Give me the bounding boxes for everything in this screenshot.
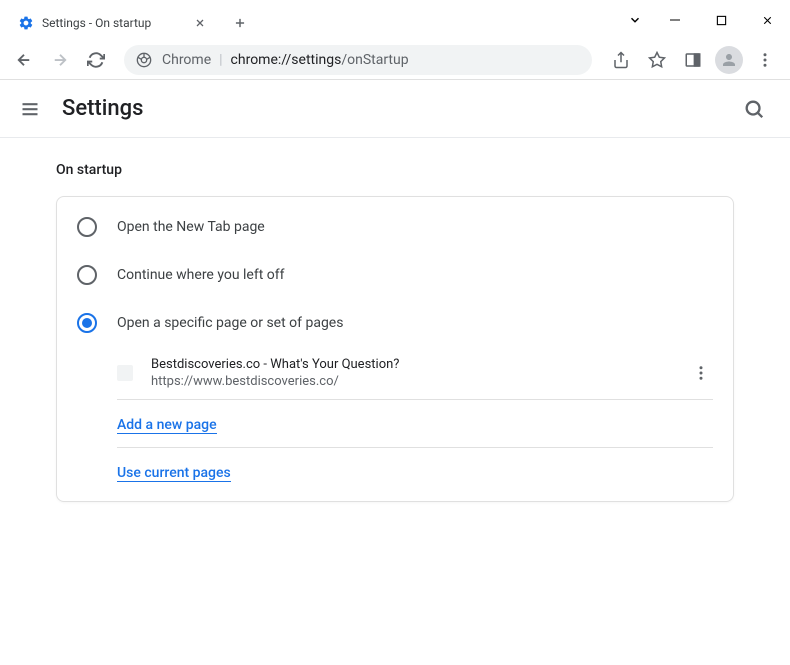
tab-title: Settings - On startup: [42, 16, 192, 30]
startup-page-row: Bestdiscoveries.co - What's Your Questio…: [57, 347, 733, 399]
settings-gear-icon: [18, 15, 34, 31]
share-icon[interactable]: [604, 43, 638, 77]
tab-search-icon[interactable]: [618, 4, 652, 36]
radio-label: Open a specific page or set of pages: [117, 315, 343, 331]
settings-header: Settings: [0, 80, 790, 138]
new-tab-button[interactable]: [226, 9, 254, 37]
browser-toolbar: Chrome|chrome://settings/onStartup: [0, 40, 790, 80]
radio-specific-pages[interactable]: Open a specific page or set of pages: [57, 299, 733, 347]
forward-button[interactable]: [44, 44, 76, 76]
radio-new-tab[interactable]: Open the New Tab page: [57, 203, 733, 251]
bookmark-star-icon[interactable]: [640, 43, 674, 77]
close-window-button[interactable]: [744, 4, 790, 36]
window-titlebar: Settings - On startup: [0, 0, 790, 40]
radio-icon: [77, 217, 97, 237]
page-entry-title: Bestdiscoveries.co - What's Your Questio…: [151, 357, 689, 372]
page-info: Bestdiscoveries.co - What's Your Questio…: [151, 357, 689, 389]
back-button[interactable]: [8, 44, 40, 76]
page-favicon-icon: [117, 365, 133, 381]
menu-dots-icon[interactable]: [748, 43, 782, 77]
hamburger-menu-icon[interactable]: [18, 97, 42, 121]
url-text: Chrome|chrome://settings/onStartup: [162, 52, 409, 68]
section-title: On startup: [56, 162, 734, 178]
reload-button[interactable]: [80, 44, 112, 76]
radio-label: Continue where you left off: [117, 267, 285, 283]
search-icon[interactable]: [742, 97, 766, 121]
minimize-button[interactable]: [652, 4, 698, 36]
chrome-icon: [136, 52, 152, 68]
address-bar[interactable]: Chrome|chrome://settings/onStartup: [124, 45, 592, 75]
page-title: Settings: [62, 96, 742, 121]
browser-tab[interactable]: Settings - On startup: [8, 6, 218, 40]
page-entry-url: https://www.bestdiscoveries.co/: [151, 374, 689, 389]
add-page-link[interactable]: Add a new page: [117, 417, 217, 434]
add-page-row: Add a new page: [57, 400, 733, 447]
profile-avatar[interactable]: [712, 43, 746, 77]
side-panel-icon[interactable]: [676, 43, 710, 77]
settings-content: On startup Open the New Tab page Continu…: [0, 138, 790, 526]
window-controls: [618, 0, 790, 40]
radio-selected-icon: [77, 313, 97, 333]
use-current-row: Use current pages: [57, 448, 733, 495]
close-tab-icon[interactable]: [192, 15, 208, 31]
use-current-link[interactable]: Use current pages: [117, 465, 231, 482]
page-more-menu-icon[interactable]: [689, 361, 713, 385]
maximize-button[interactable]: [698, 4, 744, 36]
radio-icon: [77, 265, 97, 285]
radio-continue[interactable]: Continue where you left off: [57, 251, 733, 299]
radio-label: Open the New Tab page: [117, 219, 265, 235]
startup-card: Open the New Tab page Continue where you…: [56, 196, 734, 502]
